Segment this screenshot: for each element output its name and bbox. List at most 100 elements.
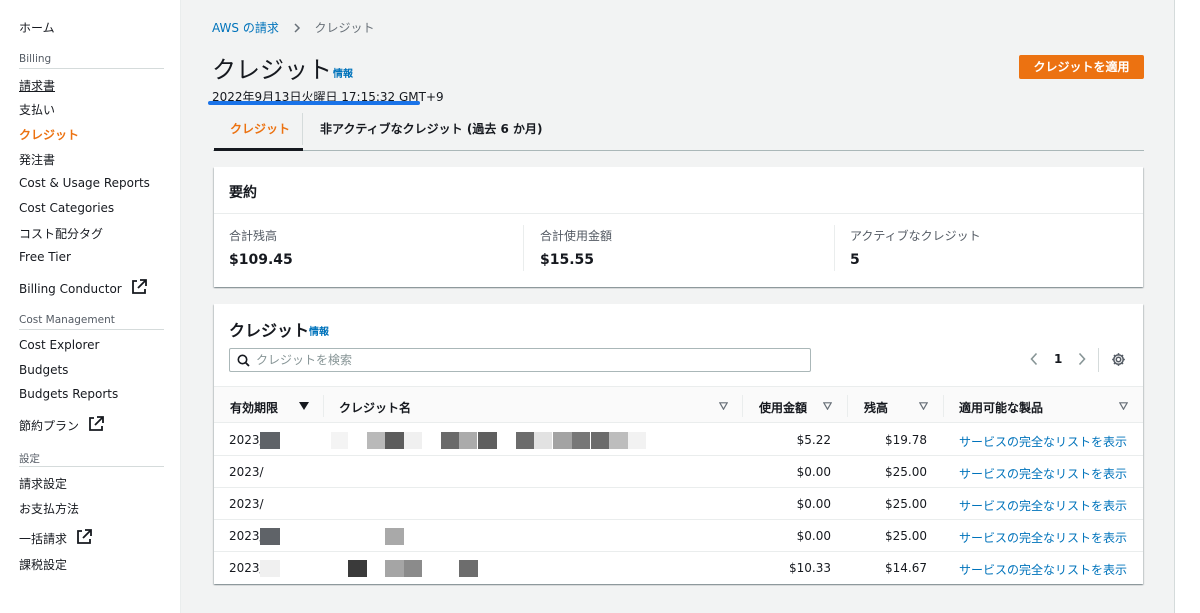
sort-filter-icon[interactable] (719, 402, 728, 410)
sidebar-item-consolidated-billing[interactable]: 一括請求 (19, 528, 93, 547)
tab-inactive-credits[interactable]: 非アクティブなクレジット (過去 6 か月) (320, 120, 543, 137)
sidebar-item-payment-methods[interactable]: お支払方法 (19, 500, 79, 517)
cell-expiry: 2023/ (229, 529, 264, 543)
chevron-right-icon[interactable] (1077, 352, 1087, 366)
sort-filter-icon[interactable] (1119, 402, 1128, 410)
sort-filter-icon[interactable] (919, 402, 928, 410)
breadcrumb-billing-link[interactable]: AWS の請求 (212, 21, 279, 35)
chevron-left-icon[interactable] (1029, 352, 1039, 366)
sidebar-item-label: Billing Conductor (19, 282, 122, 296)
metric-value: 5 (850, 252, 860, 268)
sidebar: ホーム Billing 請求書 支払い クレジット 発注書 Cost & Usa… (0, 0, 181, 613)
redaction-block (459, 560, 478, 577)
column-divider (323, 395, 324, 417)
sidebar-item-credits[interactable]: クレジット (19, 126, 79, 143)
metric-value: $109.45 (229, 252, 293, 268)
sidebar-item-cost-usage-reports[interactable]: Cost & Usage Reports (19, 176, 150, 190)
cell-expiry: 2023/ (229, 465, 264, 479)
metric-label: アクティブなクレジット (850, 229, 981, 243)
tab-credits[interactable]: クレジット (230, 120, 290, 137)
sidebar-item-free-tier[interactable]: Free Tier (19, 250, 71, 264)
view-services-link[interactable]: サービスの完全なリストを表示 (959, 433, 1127, 450)
sidebar-item-home[interactable]: ホーム (19, 19, 55, 36)
search-icon (237, 354, 250, 367)
apply-credit-button[interactable]: クレジットを適用 (1019, 55, 1144, 79)
column-header-credit-name[interactable]: クレジット名 (339, 399, 411, 416)
metric-label: 合計残高 (229, 229, 278, 243)
view-services-link[interactable]: サービスの完全なリストを表示 (959, 497, 1127, 514)
cell-balance: $25.00 (885, 497, 927, 511)
sidebar-item-cost-allocation-tags[interactable]: コスト配分タグ (19, 225, 103, 242)
sidebar-section-billing: Billing (19, 53, 52, 65)
redaction-block (459, 432, 477, 449)
column-header-balance[interactable]: 残高 (864, 399, 888, 416)
pagination-divider (1098, 348, 1099, 372)
redaction-block (260, 432, 280, 449)
redaction-block (591, 432, 609, 449)
view-services-link[interactable]: サービスの完全なリストを表示 (959, 529, 1127, 546)
view-services-link[interactable]: サービスの完全なリストを表示 (959, 465, 1127, 482)
metric-active-credits: アクティブなクレジット 5 (850, 227, 981, 268)
pagination-current-page[interactable]: 1 (1054, 352, 1062, 366)
tab-divider (302, 113, 303, 145)
table-row: 2023/ $0.00 $25.00 サービスの完全なリストを表示 (214, 520, 1143, 552)
redaction-block (628, 432, 646, 449)
sidebar-item-cost-explorer[interactable]: Cost Explorer (19, 338, 99, 352)
metric-label: 合計使用金額 (540, 229, 613, 243)
redaction-block (534, 432, 552, 449)
sidebar-item-budgets[interactable]: Budgets (19, 363, 68, 377)
page-info-link[interactable]: 情報 (333, 65, 353, 80)
right-panel-strip (1174, 0, 1200, 613)
sidebar-item-cost-categories[interactable]: Cost Categories (19, 201, 114, 215)
table-row: 2023/ $0.00 $25.00 サービスの完全なリストを表示 (214, 456, 1143, 488)
page-title: クレジット (212, 56, 332, 84)
table-header: 有効期限 クレジット名 使用金額 残高 適用可能な製品 (214, 386, 1143, 423)
redaction-block (385, 528, 404, 545)
external-link-icon (88, 416, 104, 431)
sidebar-section-settings: 設定 (19, 453, 40, 465)
redaction-block (516, 432, 534, 449)
sidebar-item-invoices[interactable]: 請求書 (19, 77, 55, 94)
metric-value: $15.55 (540, 252, 595, 268)
credits-table-title: クレジット (229, 321, 310, 340)
sidebar-item-budgets-reports[interactable]: Budgets Reports (19, 387, 118, 401)
redaction-block (367, 432, 385, 449)
sort-desc-icon[interactable] (299, 402, 309, 410)
credit-search (229, 348, 811, 372)
breadcrumb-current: クレジット (314, 21, 375, 35)
sidebar-divider (19, 466, 164, 467)
view-services-link[interactable]: サービスの完全なリストを表示 (959, 561, 1127, 578)
sidebar-item-savings-plans[interactable]: 節約プラン (19, 415, 105, 434)
breadcrumb: AWS の請求 クレジット (212, 19, 375, 36)
sidebar-item-tax-settings[interactable]: 課税設定 (19, 556, 67, 573)
sidebar-item-purchase-orders[interactable]: 発注書 (19, 151, 55, 168)
credits-info-link[interactable]: 情報 (309, 323, 329, 338)
redaction-block (404, 432, 422, 449)
sidebar-item-payments[interactable]: 支払い (19, 101, 55, 118)
redaction-block (553, 432, 572, 449)
settings-gear-icon[interactable] (1111, 352, 1126, 367)
redaction-block (385, 560, 404, 577)
metric-total-used: 合計使用金額 $15.55 (540, 227, 612, 268)
column-header-used[interactable]: 使用金額 (759, 399, 807, 416)
redaction-block (478, 432, 497, 449)
cell-expiry: 2023/ (229, 433, 264, 447)
credits-table-panel: クレジット 情報 1 有効期限 クレジット名 使用金額 残高 適用可能な製品 2… (214, 304, 1143, 584)
redaction-block (260, 560, 280, 577)
tab-bar: クレジット 非アクティブなクレジット (過去 6 か月) (213, 108, 1144, 151)
cell-used: $0.00 (796, 529, 831, 543)
cell-used: $0.00 (796, 465, 831, 479)
sidebar-item-billing-conductor[interactable]: Billing Conductor (19, 278, 148, 296)
column-header-expiry[interactable]: 有効期限 (230, 399, 278, 416)
sidebar-divider (19, 68, 164, 69)
sidebar-section-cost-management: Cost Management (19, 314, 115, 326)
sort-filter-icon[interactable] (823, 402, 832, 410)
redaction-block (385, 432, 404, 449)
sidebar-item-billing-preferences[interactable]: 請求設定 (19, 475, 67, 492)
sidebar-item-label: 節約プラン (19, 419, 80, 433)
metric-divider (834, 225, 835, 271)
column-header-applicable-products[interactable]: 適用可能な製品 (959, 399, 1043, 416)
annotation-underline (208, 101, 420, 105)
credit-search-input[interactable] (256, 352, 796, 368)
redaction-block (348, 560, 367, 577)
